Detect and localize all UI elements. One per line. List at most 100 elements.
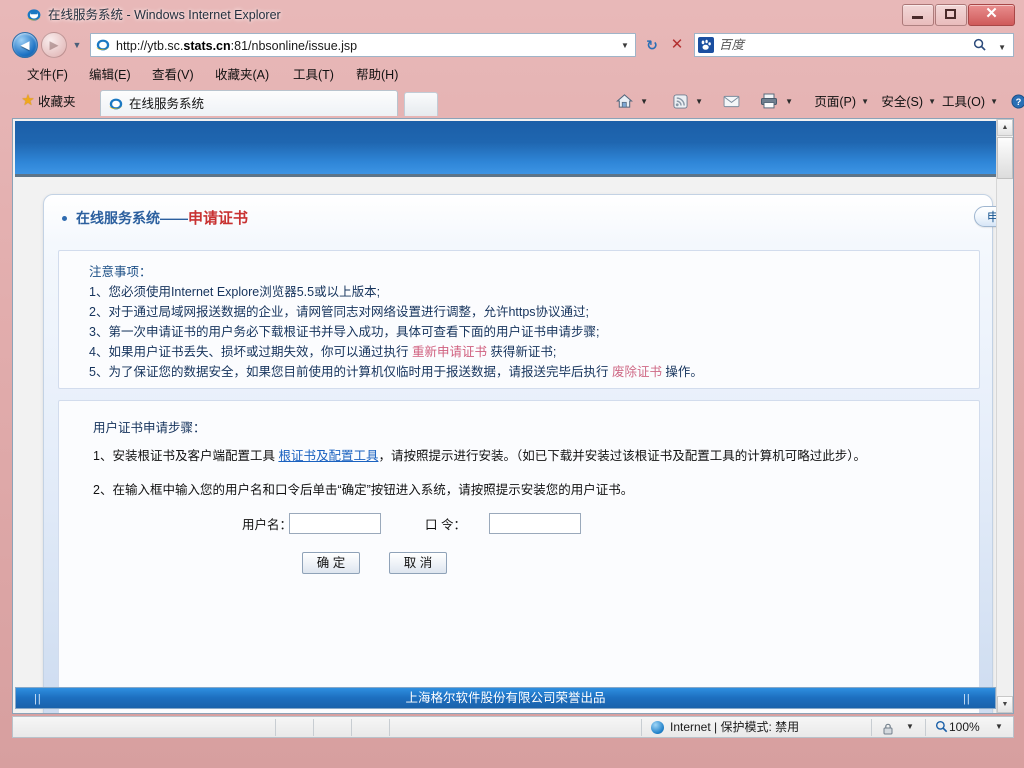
menu-item-favorites[interactable]: 收藏夹(A)	[208, 64, 276, 86]
username-input[interactable]	[289, 513, 381, 534]
maximize-button[interactable]	[935, 4, 967, 26]
zoom-level-text[interactable]: 100%	[949, 717, 980, 737]
password-input[interactable]	[489, 513, 581, 534]
favorites-button[interactable]: 收藏夹	[38, 93, 76, 111]
root-certificate-tool-link[interactable]: 根证书及配置工具	[278, 449, 378, 463]
notice-line-5: 5、为了保证您的数据安全，如果您目前使用的计算机仅临时用于报送数据，请报送完毕后…	[89, 363, 703, 381]
page-title-prefix: 在线服务系统——	[76, 210, 188, 226]
username-label: 用户名：	[242, 518, 293, 532]
page-title-highlight: 申请证书	[188, 210, 249, 227]
notice-line-1: 1、您必须使用Internet Explore浏览器5.5或以上版本;	[89, 285, 381, 299]
notice-line-4-post: 获得新证书;	[486, 345, 557, 359]
safety-menu-caret-icon[interactable]: ▼	[928, 92, 936, 112]
chevron-down-icon[interactable]: ▼	[998, 43, 1006, 52]
steps-line-1-post: ，请按照提示进行安装。（如已下载并安装过该根证书及配置工具的计算机可略过此步）。	[378, 449, 866, 463]
login-form-row: 用户名： 口 令：	[59, 512, 979, 538]
cancel-button[interactable]: 取 消	[389, 552, 447, 574]
tab-apply-certificate[interactable]: 申请证书	[974, 206, 998, 227]
site-footer-text: 上海格尔软件股份有限公司荣誉出品	[405, 691, 606, 705]
magnifier-icon[interactable]	[935, 717, 948, 737]
recent-pages-dropdown[interactable]: ▼	[70, 38, 84, 52]
mail-button[interactable]	[723, 92, 740, 112]
notice-line-3: 3、第一次申请证书的用户务必下载根证书并导入成功，具体可查看下面的用户证书申请步…	[89, 325, 600, 339]
vertical-scrollbar[interactable]: ▲ ▼	[996, 119, 1013, 713]
tools-menu-caret-icon[interactable]: ▼	[990, 92, 998, 112]
status-divider	[641, 719, 642, 736]
security-zone-text: Internet | 保护模式: 禁用	[670, 720, 800, 734]
status-divider	[389, 719, 390, 736]
svg-text:?: ?	[1016, 97, 1022, 107]
command-bar: ★ 收藏夹 在线服务系统 ▼ ▼ ▼ 页面(P) ▼ 安全(S) ▼ 工具(O)…	[12, 88, 1024, 116]
menu-item-edit[interactable]: 编辑(E)	[82, 64, 138, 86]
page-viewport: 在线服务系统——申请证书 申请证书 重新申请证书 废除证书 用户帮助 注意事项：…	[12, 118, 1014, 714]
forward-button[interactable]: ►	[41, 32, 67, 58]
status-bar: Internet | 保护模式: 禁用 ▼ 100% ▼	[12, 716, 1014, 738]
window-frame: 在线服务系统 - Windows Internet Explorer ✕ ◄ ►…	[4, 2, 1024, 764]
print-dropdown-caret-icon[interactable]: ▼	[785, 92, 793, 112]
help-button[interactable]: ?	[1011, 92, 1024, 112]
confirm-button[interactable]: 确 定	[302, 552, 360, 574]
stop-button[interactable]: ✕	[665, 34, 689, 56]
feeds-dropdown-caret-icon[interactable]: ▼	[695, 92, 703, 112]
chevron-down-icon[interactable]: ▼	[620, 42, 630, 50]
protected-mode-caret-icon[interactable]: ▼	[906, 717, 914, 737]
browser-tab[interactable]: 在线服务系统	[100, 90, 398, 116]
home-button[interactable]	[616, 92, 633, 112]
notice-card: 注意事项： 1、您必须使用Internet Explore浏览器5.5或以上版本…	[58, 250, 980, 389]
menu-item-file[interactable]: 文件(F)	[20, 64, 75, 86]
page-title: 在线服务系统——申请证书	[76, 206, 248, 230]
notice-line-5-post: 操作。	[661, 365, 703, 379]
window-title: 在线服务系统 - Windows Internet Explorer	[48, 8, 281, 22]
search-box[interactable]: 百度 ▼	[694, 33, 1014, 57]
new-tab-button[interactable]	[404, 92, 438, 116]
feeds-button[interactable]	[673, 92, 688, 112]
scroll-up-button[interactable]: ▲	[997, 119, 1013, 136]
scrollbar-thumb[interactable]	[997, 137, 1013, 179]
forward-arrow-icon: ►	[46, 37, 62, 54]
web-page: 在线服务系统——申请证书 申请证书 重新申请证书 废除证书 用户帮助 注意事项：…	[13, 119, 998, 713]
back-button[interactable]: ◄	[12, 32, 38, 58]
footer-grip-right-icon: ||	[963, 693, 971, 705]
notice-line-4-pre: 4、如果用户证书丢失、损坏或过期失效，你可以通过执行	[89, 345, 412, 359]
steps-card: 用户证书申请步骤： 1、安装根证书及客户端配置工具 根证书及配置工具，请按照提示…	[58, 400, 980, 713]
tools-menu-button[interactable]: 工具(O)	[942, 92, 985, 112]
notice-title: 注意事项：	[89, 265, 152, 279]
notice-line-4: 4、如果用户证书丢失、损坏或过期失效，你可以通过执行 重新申请证书 获得新证书;	[89, 343, 556, 361]
zoom-caret-icon[interactable]: ▼	[995, 717, 1003, 737]
safety-menu-button[interactable]: 安全(S)	[881, 92, 923, 112]
close-button[interactable]: ✕	[968, 4, 1015, 26]
title-bar[interactable]: 在线服务系统 - Windows Internet Explorer ✕	[4, 2, 1020, 28]
close-icon: ✕	[985, 5, 998, 22]
print-button[interactable]	[760, 92, 778, 112]
bullet-icon	[62, 216, 67, 221]
address-bar[interactable]: http://ytb.sc.stats.cn:81/nbsonline/issu…	[90, 33, 636, 57]
page-menu-button[interactable]: 页面(P)	[814, 92, 856, 112]
address-prefix: http://ytb.sc.	[116, 39, 184, 53]
search-provider-label: 百度	[719, 38, 745, 52]
menu-item-tools[interactable]: 工具(T)	[286, 64, 341, 86]
star-icon: ★	[21, 92, 35, 109]
address-domain: stats.cn	[183, 39, 231, 53]
back-arrow-icon: ◄	[17, 37, 33, 54]
status-divider	[275, 719, 276, 736]
scroll-down-button[interactable]: ▼	[997, 696, 1013, 713]
ie-logo-icon	[108, 96, 124, 112]
panel-header: 在线服务系统——申请证书 申请证书 重新申请证书 废除证书 用户帮助	[44, 195, 998, 241]
page-menu-caret-icon[interactable]: ▼	[861, 92, 869, 112]
refresh-button[interactable]: ↻	[640, 34, 664, 56]
password-label: 口 令：	[425, 518, 466, 532]
notice-line-2: 2、对于通过局域网报送数据的企业，请网管同志对网络设置进行调整，允许https协…	[89, 305, 590, 319]
minimize-button[interactable]	[902, 4, 934, 26]
notice-line-5-highlight: 废除证书	[611, 365, 662, 379]
browser-tab-label: 在线服务系统	[129, 97, 205, 111]
menu-item-help[interactable]: 帮助(H)	[349, 64, 405, 86]
steps-line-2: 2、在输入框中输入您的用户名和口令后单击“确定”按钮进入系统，请按照提示安装您的…	[93, 483, 634, 497]
search-icon[interactable]	[971, 38, 987, 54]
home-dropdown-caret-icon[interactable]: ▼	[640, 92, 648, 112]
lock-icon[interactable]	[881, 720, 895, 740]
site-banner	[15, 121, 996, 177]
ie-logo-icon	[26, 7, 42, 23]
menu-item-view[interactable]: 查看(V)	[145, 64, 201, 86]
status-divider	[925, 719, 926, 736]
status-divider	[351, 719, 352, 736]
